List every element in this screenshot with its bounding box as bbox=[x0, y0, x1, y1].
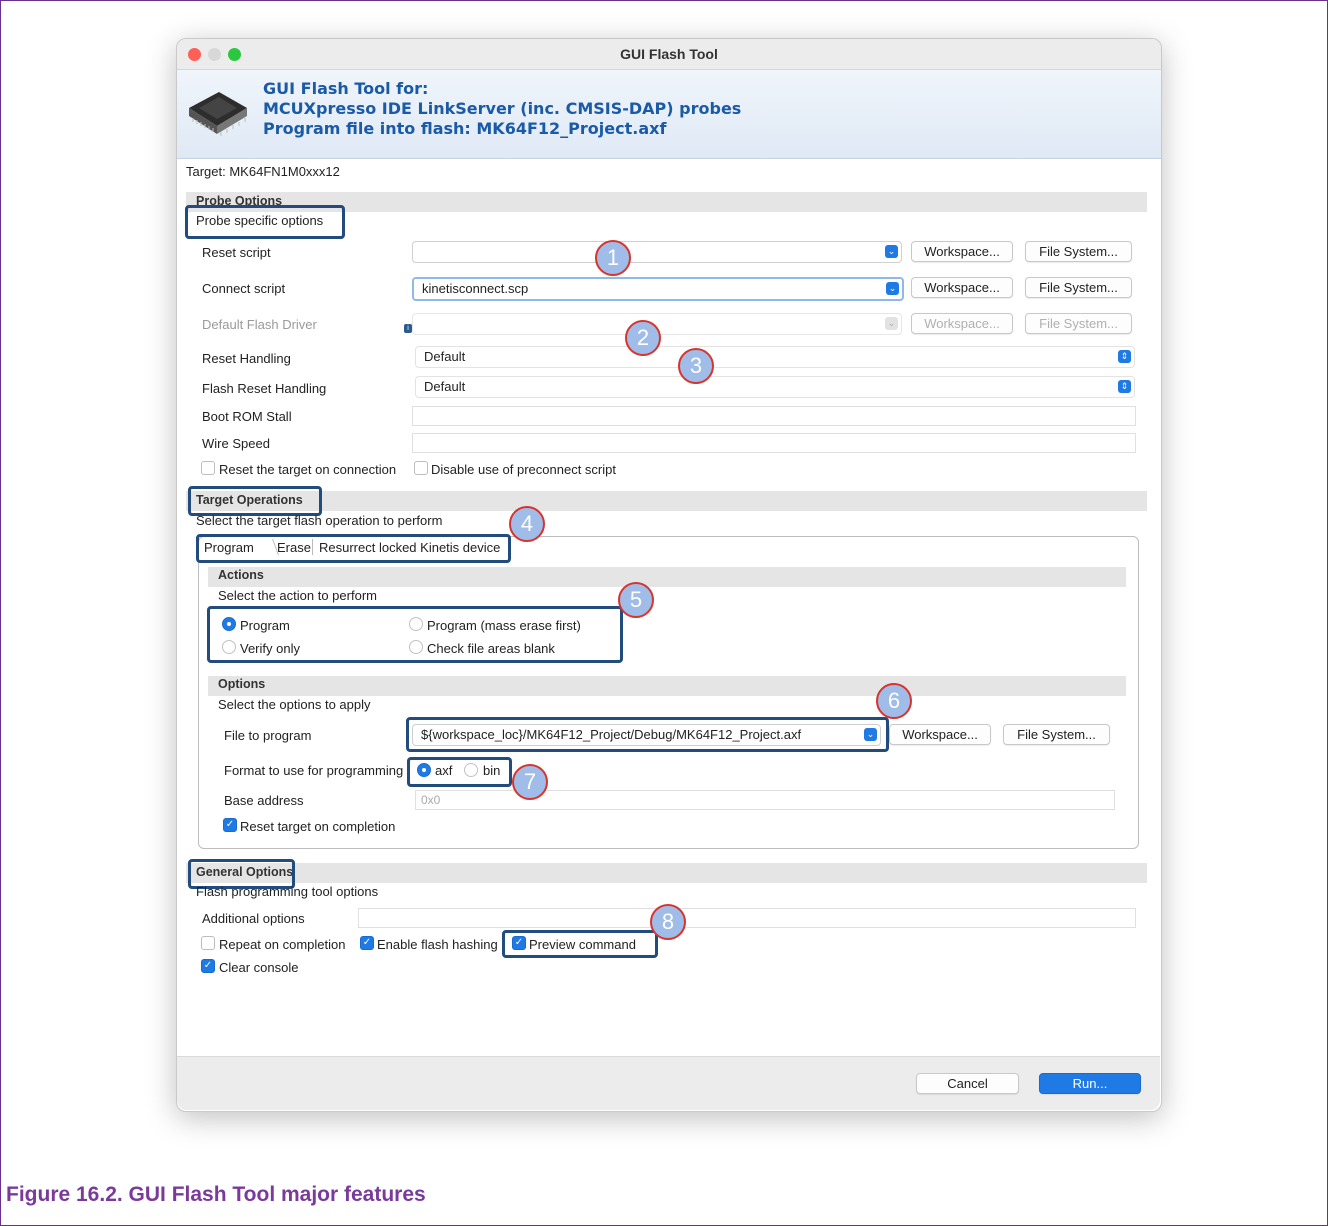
figure-caption: Figure 16.2. GUI Flash Tool major featur… bbox=[6, 1183, 426, 1206]
chevron-down-icon: ⌄ bbox=[885, 317, 898, 330]
reset-script-combo[interactable]: ⌄ bbox=[412, 241, 902, 263]
options-title: Options bbox=[218, 677, 266, 691]
flash-driver-filesystem-button: File System... bbox=[1025, 313, 1132, 334]
flash-hashing-checkbox[interactable]: ✓ bbox=[360, 936, 374, 950]
chevron-down-icon: ⌄ bbox=[885, 245, 898, 258]
target-label: Target: MK64FN1M0xxx12 bbox=[186, 164, 340, 179]
banner-line-1: GUI Flash Tool for: bbox=[263, 79, 429, 98]
general-options-bar bbox=[186, 863, 1147, 883]
actions-title: Actions bbox=[218, 568, 264, 582]
highlight-tabs bbox=[196, 534, 511, 563]
actions-bar bbox=[208, 567, 1126, 587]
connect-script-value: kinetisconnect.scp bbox=[422, 281, 529, 296]
updown-icon: ⇕ bbox=[1118, 380, 1131, 393]
flash-reset-label: Flash Reset Handling bbox=[202, 381, 327, 396]
base-address-label: Base address bbox=[224, 793, 304, 808]
chip-icon bbox=[189, 92, 247, 136]
reset-handling-value: Default bbox=[424, 349, 466, 364]
additional-options-label: Additional options bbox=[202, 911, 305, 926]
chevron-down-icon: ⌄ bbox=[886, 282, 899, 295]
repeat-completion-checkbox[interactable] bbox=[201, 936, 215, 950]
target-ops-subtitle: Select the target flash operation to per… bbox=[196, 513, 443, 528]
file-workspace-button[interactable]: Workspace... bbox=[889, 724, 991, 745]
connect-script-label: Connect script bbox=[202, 281, 286, 296]
options-subtitle: Select the options to apply bbox=[218, 697, 371, 712]
format-label: Format to use for programming bbox=[224, 763, 404, 778]
highlight-preview bbox=[502, 930, 658, 958]
file-to-program-label: File to program bbox=[224, 728, 312, 743]
callout-1: 1 bbox=[595, 240, 631, 276]
callout-4: 4 bbox=[509, 506, 545, 542]
reset-handling-select[interactable]: Default ⇕ bbox=[415, 346, 1135, 368]
connect-script-combo[interactable]: kinetisconnect.scp ⌄ bbox=[412, 277, 904, 301]
window-title: GUI Flash Tool bbox=[620, 46, 718, 62]
cancel-button[interactable]: Cancel bbox=[916, 1073, 1019, 1094]
highlight-format bbox=[407, 757, 512, 787]
info-icon: i bbox=[404, 324, 412, 333]
wire-speed-label: Wire Speed bbox=[202, 436, 270, 451]
highlight-probe-specific bbox=[185, 205, 345, 239]
banner-line-2: MCUXpresso IDE LinkServer (inc. CMSIS-DA… bbox=[263, 99, 742, 118]
reset-handling-label: Reset Handling bbox=[202, 351, 291, 366]
callout-6: 6 bbox=[876, 683, 912, 719]
callout-2: 2 bbox=[625, 320, 661, 356]
actions-subtitle: Select the action to perform bbox=[218, 588, 377, 603]
target-ops-bar bbox=[186, 491, 1147, 511]
run-button[interactable]: Run... bbox=[1039, 1073, 1141, 1094]
reset-completion-checkbox[interactable]: ✓ bbox=[223, 818, 237, 832]
repeat-completion-label: Repeat on completion bbox=[219, 937, 346, 952]
highlight-target-ops bbox=[188, 486, 322, 516]
banner-line-3: Program file into flash: MK64F12_Project… bbox=[263, 119, 667, 138]
boot-rom-label: Boot ROM Stall bbox=[202, 409, 292, 424]
flash-driver-workspace-button: Workspace... bbox=[911, 313, 1013, 334]
additional-options-field[interactable] bbox=[358, 908, 1136, 928]
updown-icon: ⇕ bbox=[1118, 350, 1131, 363]
file-filesystem-button[interactable]: File System... bbox=[1003, 724, 1110, 745]
reset-script-filesystem-button[interactable]: File System... bbox=[1025, 241, 1132, 262]
reset-script-label: Reset script bbox=[202, 245, 271, 260]
callout-8: 8 bbox=[650, 904, 686, 940]
reset-on-connect-label: Reset the target on connection bbox=[219, 462, 397, 477]
flash-driver-label: Default Flash Driver bbox=[202, 317, 317, 332]
flash-reset-value: Default bbox=[424, 379, 466, 394]
highlight-file bbox=[406, 717, 889, 752]
reset-completion-label: Reset target on completion bbox=[240, 819, 396, 834]
wire-speed-field[interactable] bbox=[412, 433, 1136, 453]
general-options-subtitle: Flash programming tool options bbox=[196, 884, 379, 899]
disable-preconnect-label: Disable use of preconnect script bbox=[431, 462, 616, 477]
connect-script-filesystem-button[interactable]: File System... bbox=[1025, 277, 1132, 298]
reset-on-connect-checkbox[interactable] bbox=[201, 461, 215, 475]
base-address-placeholder: 0x0 bbox=[421, 793, 441, 807]
connect-script-workspace-button[interactable]: Workspace... bbox=[911, 277, 1013, 298]
title-bar: GUI Flash Tool bbox=[177, 39, 1161, 70]
clear-console-label: Clear console bbox=[219, 960, 299, 975]
disable-preconnect-checkbox[interactable] bbox=[414, 461, 428, 475]
callout-3: 3 bbox=[678, 348, 714, 384]
header-banner: GUI Flash Tool for: MCUXpresso IDE LinkS… bbox=[177, 70, 1161, 159]
boot-rom-field[interactable] bbox=[412, 406, 1136, 426]
reset-script-workspace-button[interactable]: Workspace... bbox=[911, 241, 1013, 262]
options-bar bbox=[208, 676, 1126, 696]
clear-console-checkbox[interactable]: ✓ bbox=[201, 959, 215, 973]
flash-reset-select[interactable]: Default ⇕ bbox=[415, 376, 1135, 398]
callout-7: 7 bbox=[512, 764, 548, 800]
highlight-actions bbox=[207, 606, 623, 663]
callout-5: 5 bbox=[618, 582, 654, 618]
flash-hashing-label: Enable flash hashing bbox=[377, 937, 498, 952]
